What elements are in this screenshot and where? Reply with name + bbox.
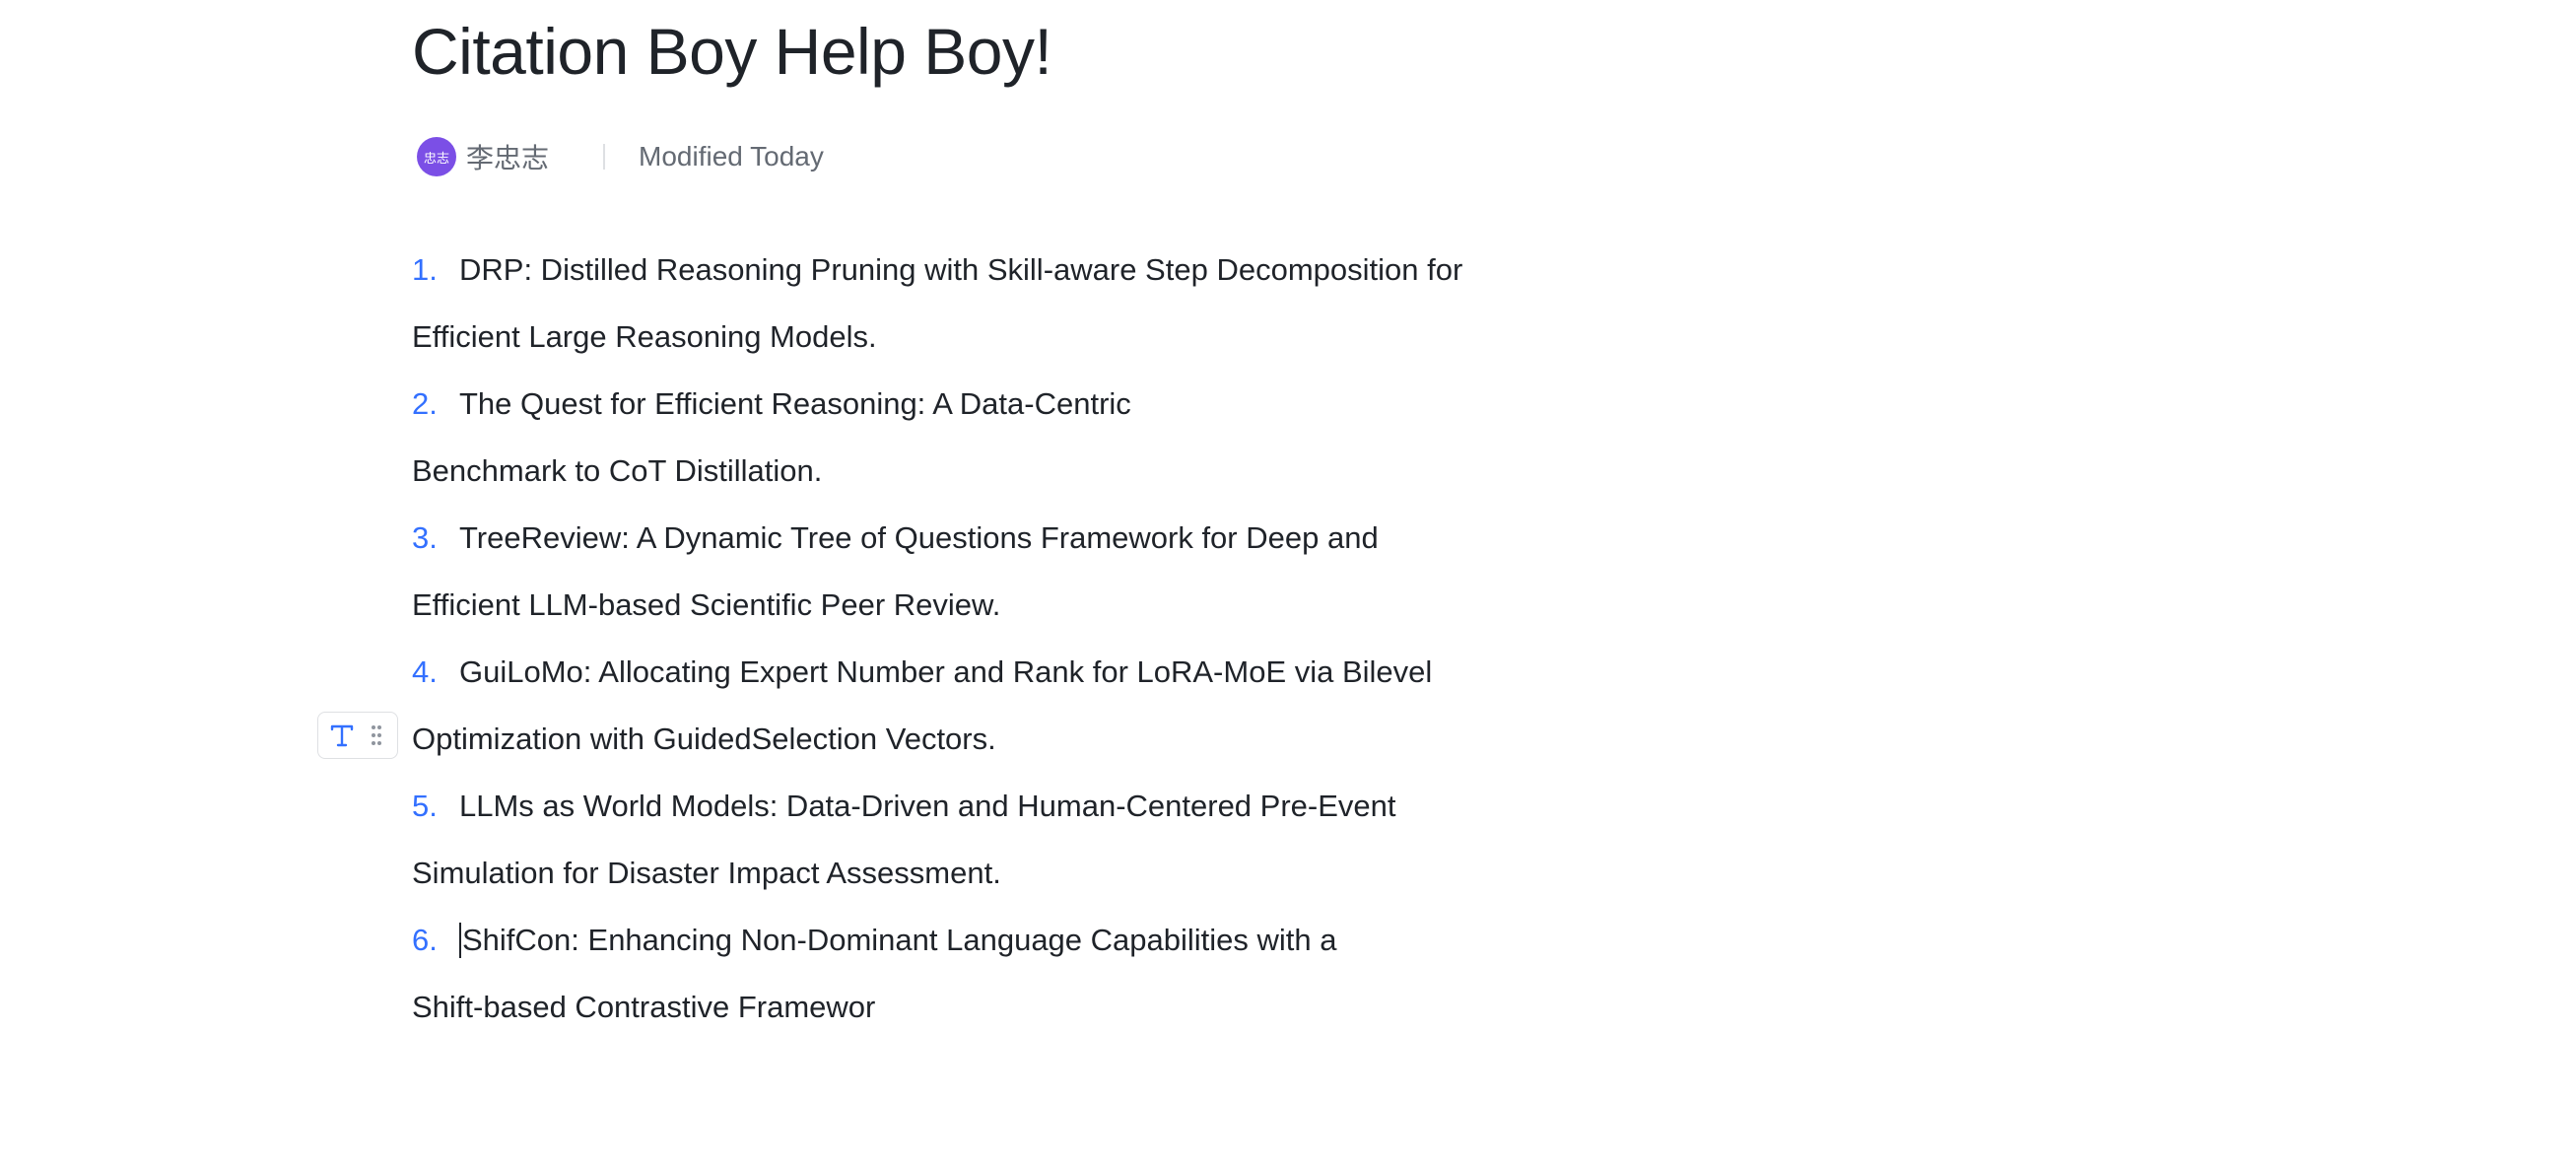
- list-item-continuation[interactable]: Efficient Large Reasoning Models.: [412, 304, 1545, 371]
- meta-divider: [603, 144, 606, 170]
- list-number: 5.: [412, 789, 438, 823]
- list-item-text[interactable]: Optimization with GuidedSelection Vector…: [412, 722, 996, 756]
- list-item[interactable]: 5. LLMs as World Models: Data-Driven and …: [412, 773, 1545, 840]
- list-item-text[interactable]: The Quest for Efficient Reasoning: A Dat…: [459, 386, 1131, 421]
- list-item[interactable]: 4. GuiLoMo: Allocating Expert Number and …: [412, 639, 1545, 706]
- list-item-text[interactable]: ShifCon: Enhancing Non-Dominant Language…: [462, 923, 1337, 957]
- list-item-continuation[interactable]: Efficient LLM-based Scientific Peer Revi…: [412, 572, 1545, 639]
- list-item-continuation[interactable]: Shift-based Contrastive Framewor: [412, 974, 1545, 1041]
- list-number: 3.: [412, 520, 438, 555]
- document-page: Citation Boy Help Boy! 忠志 李忠志 Modified T…: [0, 0, 2576, 1169]
- list-number: 2.: [412, 386, 438, 421]
- list-item-text[interactable]: TreeReview: A Dynamic Tree of Questions …: [459, 520, 1379, 555]
- drag-handle-icon[interactable]: [366, 713, 387, 758]
- list-item-text[interactable]: Efficient Large Reasoning Models.: [412, 319, 877, 354]
- list-item-text[interactable]: Simulation for Disaster Impact Assessmen…: [412, 856, 1001, 890]
- text-cursor: [459, 922, 461, 958]
- list-item-text[interactable]: Benchmark to CoT Distillation.: [412, 453, 822, 488]
- list-item-text[interactable]: LLMs as World Models: Data-Driven and Hu…: [459, 789, 1396, 823]
- modified-time: Modified Today: [639, 141, 824, 172]
- list-item[interactable]: 6. ShifCon: Enhancing Non-Dominant Langua…: [412, 907, 1545, 974]
- document-meta: 忠志 李忠志 Modified Today: [417, 136, 824, 177]
- list-number: 4.: [412, 654, 438, 689]
- list-item[interactable]: 3. TreeReview: A Dynamic Tree of Question…: [412, 505, 1545, 572]
- avatar[interactable]: 忠志: [417, 137, 456, 176]
- list-item-text[interactable]: Efficient LLM-based Scientific Peer Revi…: [412, 587, 1000, 622]
- author-name[interactable]: 李忠志: [466, 137, 549, 176]
- list-item-continuation[interactable]: Simulation for Disaster Impact Assessmen…: [412, 840, 1545, 907]
- list-item-continuation[interactable]: Benchmark to CoT Distillation.: [412, 438, 1545, 505]
- list-item-text[interactable]: GuiLoMo: Allocating Expert Number and Ra…: [459, 654, 1432, 689]
- list-item-text[interactable]: Shift-based Contrastive Framewor: [412, 990, 875, 1024]
- list-item-continuation[interactable]: Optimization with GuidedSelection Vector…: [412, 706, 1545, 773]
- page-title[interactable]: Citation Boy Help Boy!: [412, 14, 1052, 89]
- list-item-text[interactable]: DRP: Distilled Reasoning Pruning with Sk…: [459, 252, 1462, 287]
- citation-list[interactable]: 1. DRP: Distilled Reasoning Pruning with …: [412, 237, 1545, 1041]
- list-item[interactable]: 2. The Quest for Efficient Reasoning: A D…: [412, 371, 1545, 438]
- list-item[interactable]: 1. DRP: Distilled Reasoning Pruning with …: [412, 237, 1545, 304]
- list-number: 6.: [412, 923, 438, 957]
- list-number: 1.: [412, 252, 438, 287]
- text-type-icon[interactable]: [318, 713, 366, 758]
- block-handle[interactable]: [317, 712, 398, 759]
